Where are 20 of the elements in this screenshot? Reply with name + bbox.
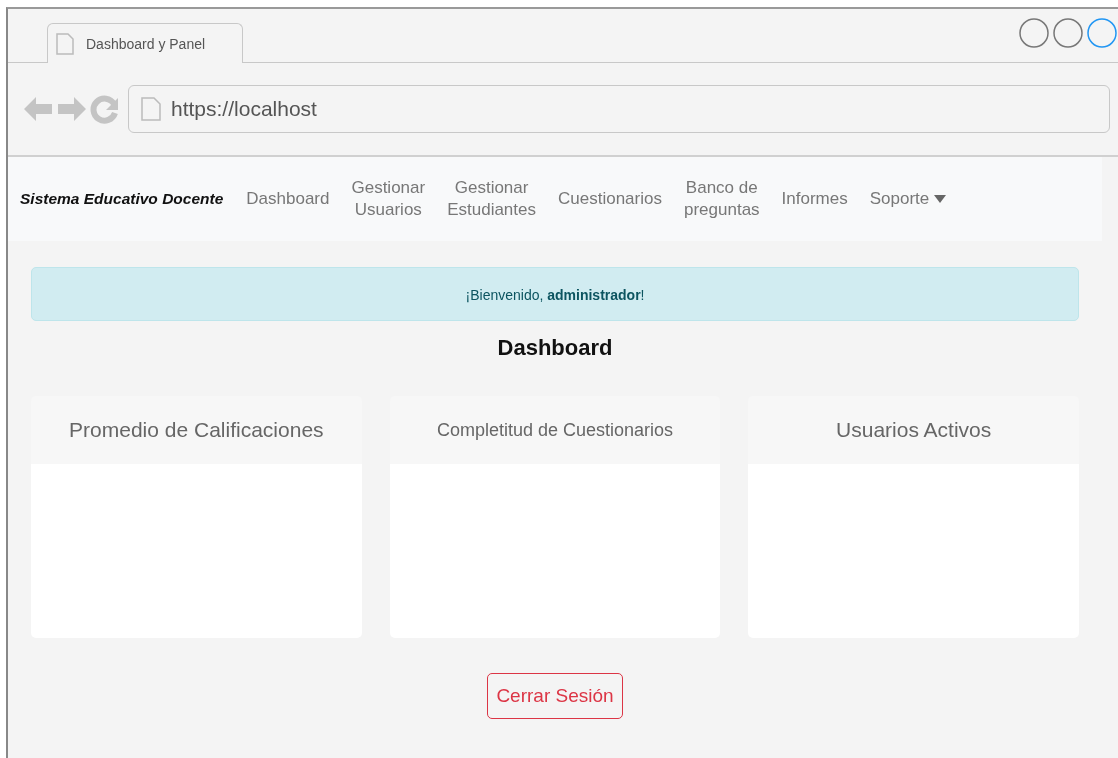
circle-icon[interactable] — [1018, 17, 1050, 49]
nav-link[interactable]: Cuestionarios — [553, 188, 667, 210]
nav-link[interactable]: Gestionar Estudiantes — [442, 177, 541, 221]
nav-link[interactable]: Banco de preguntas — [678, 177, 765, 221]
address-bar[interactable]: https://localhost — [128, 85, 1110, 133]
nav-link[interactable]: Informes — [776, 188, 853, 210]
circle-icon[interactable] — [1086, 17, 1118, 49]
page-heading: Dashboard — [496, 335, 614, 361]
document-icon — [141, 97, 161, 121]
welcome-alert: ¡Bienvenido, administrador! — [31, 267, 1079, 321]
nav-link[interactable]: Dashboard — [241, 188, 335, 210]
reload-icon[interactable] — [90, 94, 120, 124]
browser-tab[interactable]: Dashboard y Panel — [47, 23, 243, 63]
caret-icon — [934, 195, 947, 203]
circle-icon[interactable] — [1052, 17, 1084, 49]
brand-title[interactable]: Sistema Educativo Docente — [20, 190, 224, 208]
document-icon — [56, 32, 74, 55]
nav-dropdown[interactable]: Soporte — [864, 188, 952, 210]
logout-button[interactable]: Cerrar Sesión — [487, 673, 623, 719]
nav-link[interactable]: Gestionar Usuarios — [346, 177, 431, 221]
